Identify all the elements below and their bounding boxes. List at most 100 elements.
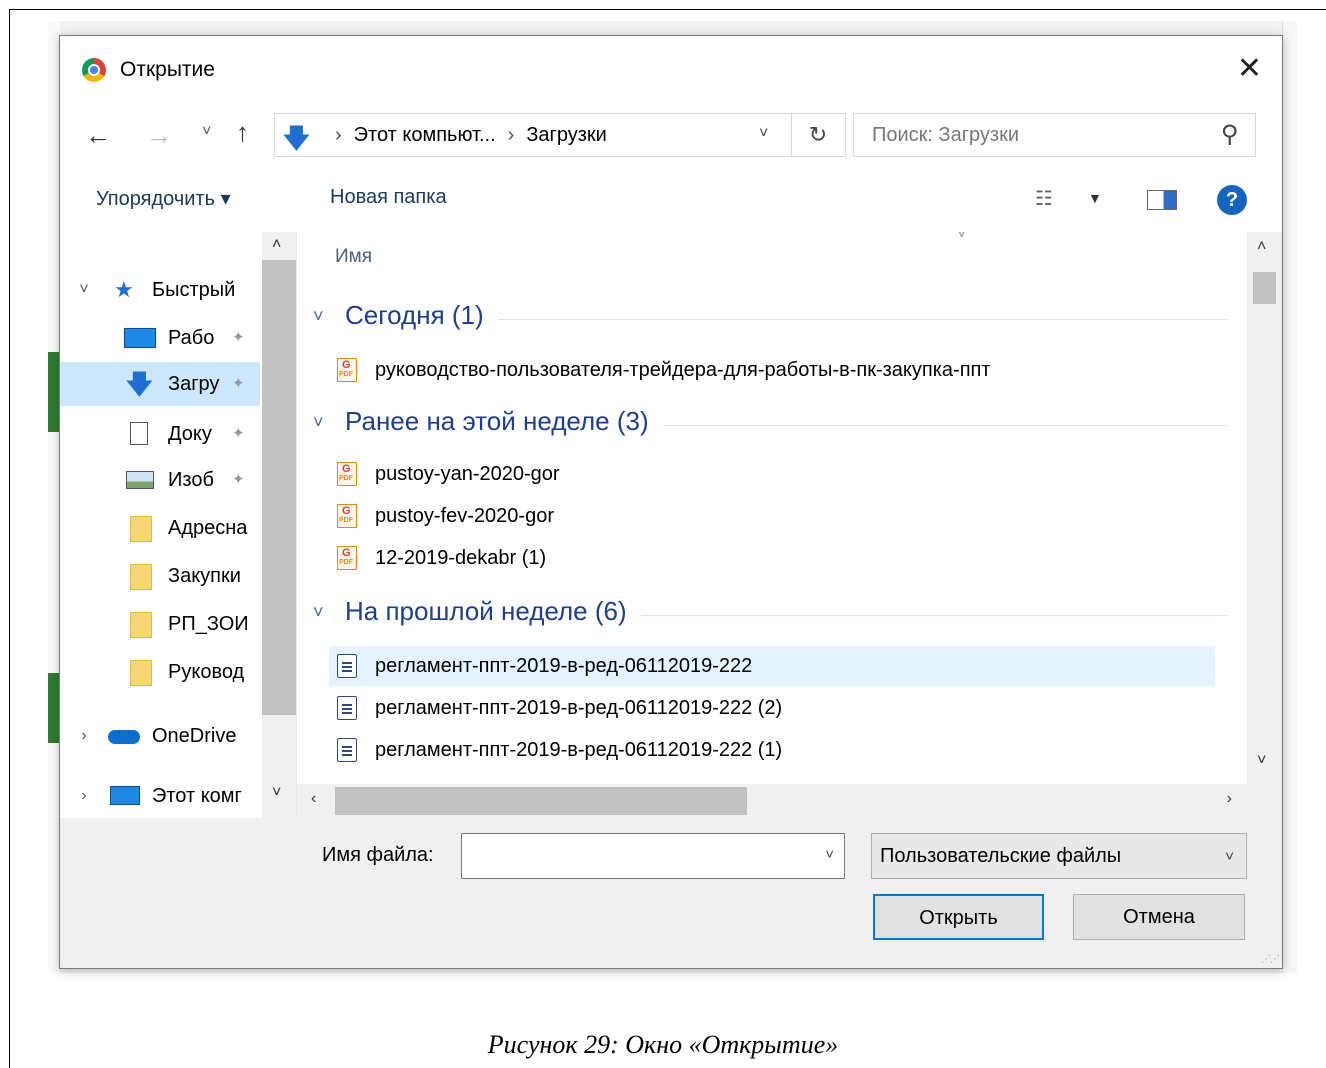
folder-icon xyxy=(130,564,152,590)
sidebar-item-downloads[interactable]: 🡇 Загру ✦ xyxy=(60,362,260,406)
file-list-horizontal-scrollbar[interactable]: ‹ › xyxy=(297,784,1282,818)
search-icon: ⚲ xyxy=(1221,121,1239,148)
scroll-down-icon[interactable]: ˅ xyxy=(1257,752,1266,770)
dialog-title: Открытие xyxy=(120,58,215,81)
recent-locations-chevron-icon[interactable]: ˅ xyxy=(202,123,211,141)
scroll-up-icon[interactable]: ˄ xyxy=(1257,238,1266,256)
breadcrumb-separator: › xyxy=(507,124,515,146)
document-file-icon xyxy=(337,738,357,762)
list-item[interactable]: pustoy-fev-2020-gor xyxy=(329,496,1215,536)
document-icon xyxy=(130,422,148,445)
sidebar-item-onedrive[interactable]: › OneDrive xyxy=(60,714,260,758)
filename-label: Имя файла: xyxy=(322,844,434,866)
chevron-down-icon[interactable]: ˅ xyxy=(825,846,834,863)
close-button[interactable]: ✕ xyxy=(1237,54,1262,84)
scroll-right-icon[interactable]: › xyxy=(1227,790,1232,808)
forward-arrow-icon[interactable]: → xyxy=(146,120,172,151)
sidebar-item-quick-access[interactable]: ˅ ★ Быстрый xyxy=(60,268,260,312)
sidebar-item-folder[interactable]: Руковод xyxy=(60,650,260,694)
breadcrumb-separator: › xyxy=(335,124,342,146)
breadcrumb: › Этот компьют... › Загрузки xyxy=(323,124,607,147)
pdf-file-icon xyxy=(337,358,357,382)
scroll-down-icon[interactable]: ˅ xyxy=(272,784,281,802)
sidebar-item-folder[interactable]: Закупки xyxy=(60,554,260,598)
view-options-icon[interactable]: ☷ xyxy=(1035,186,1054,211)
document-file-icon xyxy=(337,654,357,678)
chevron-down-icon[interactable]: ˅ xyxy=(76,268,92,312)
scrollbar-thumb[interactable] xyxy=(1253,272,1276,304)
file-type-value: Пользовательские файлы xyxy=(880,845,1122,867)
list-item[interactable]: регламент-ппт-2019-в-ред-06112019-222 (2… xyxy=(329,688,1215,728)
list-item[interactable]: pustoy-yan-2020-gor xyxy=(329,454,1215,494)
breadcrumb-downloads[interactable]: Загрузки xyxy=(526,124,607,146)
onedrive-icon xyxy=(108,730,140,744)
computer-icon xyxy=(110,786,140,805)
navigation-pane-scrollbar[interactable]: ˄ ˅ xyxy=(262,232,296,818)
image-icon xyxy=(126,471,154,489)
toolbar: Упорядочить ▾ Новая папка ☷ ▼ ? xyxy=(60,168,1282,232)
organize-button[interactable]: Упорядочить ▾ xyxy=(96,186,231,211)
sidebar-item-folder[interactable]: РП_ЗОИ xyxy=(60,602,260,646)
file-name: регламент-ппт-2019-в-ред-06112019-222 (1… xyxy=(375,739,783,761)
navigation-bar: ← → ˅ ↑ 🡇 › Этот компьют... › Загрузки ˅ ↻ … xyxy=(60,102,1282,168)
list-item[interactable]: руководство-пользователя-трейдера-для-ра… xyxy=(329,350,1215,390)
sidebar-item-folder[interactable]: Адресна xyxy=(60,506,260,550)
file-group-today[interactable]: ˅ Сегодня (1) xyxy=(297,300,1237,340)
scrollbar-thumb[interactable] xyxy=(335,787,747,815)
chevron-down-icon[interactable]: ˅ xyxy=(313,412,324,433)
file-name: регламент-ппт-2019-в-ред-06112019-222 (2… xyxy=(375,697,783,719)
new-folder-button[interactable]: Новая папка xyxy=(330,186,447,209)
page-border-top xyxy=(9,9,1326,10)
desktop-icon xyxy=(124,328,156,348)
pdf-file-icon xyxy=(337,546,357,570)
chevron-down-icon[interactable]: ˅ xyxy=(1225,835,1234,879)
search-input[interactable]: Поиск: Загрузки ⚲ xyxy=(853,113,1256,157)
file-list-vertical-scrollbar[interactable]: ˄ ˅ xyxy=(1247,232,1282,784)
file-type-select[interactable]: Пользовательские файлы ˅ xyxy=(871,833,1247,879)
figure-caption: Рисунок 29: Окно «Открытие» xyxy=(487,1030,839,1059)
pin-icon: ✦ xyxy=(232,329,245,346)
pin-icon: ✦ xyxy=(232,471,245,488)
address-dropdown-chevron-icon[interactable]: ˅ xyxy=(759,125,768,143)
sidebar-item-label: Изоб xyxy=(168,469,214,491)
chevron-right-icon[interactable]: › xyxy=(76,714,92,758)
pdf-file-icon xyxy=(337,504,357,528)
chevron-down-icon[interactable]: ˅ xyxy=(313,306,324,327)
up-arrow-icon[interactable]: ↑ xyxy=(236,117,249,148)
chevron-down-icon[interactable]: ˅ xyxy=(313,602,324,623)
resize-grip-icon[interactable]: ⋰⋰ xyxy=(1261,954,1280,965)
filename-input[interactable]: ˅ xyxy=(461,833,845,879)
cancel-button[interactable]: Отмена xyxy=(1073,894,1245,940)
address-bar[interactable]: 🡇 › Этот компьют... › Загрузки ˅ ↻ xyxy=(274,113,846,157)
list-item[interactable]: 12-2019-dekabr (1) xyxy=(329,538,1215,578)
sidebar-item-desktop[interactable]: Рабо ✦ xyxy=(60,316,260,360)
list-item[interactable]: регламент-ппт-2019-в-ред-06112019-222 xyxy=(329,646,1215,686)
page-border-left xyxy=(9,9,10,1068)
view-options-chevron-icon[interactable]: ▼ xyxy=(1088,190,1102,206)
back-arrow-icon[interactable]: ← xyxy=(85,120,111,151)
help-icon[interactable]: ? xyxy=(1217,185,1247,215)
sidebar-item-label: Адресна xyxy=(168,517,248,539)
breadcrumb-this-pc[interactable]: Этот компьют... xyxy=(354,124,496,146)
refresh-icon[interactable]: ↻ xyxy=(791,114,844,156)
sidebar-item-documents[interactable]: Доку ✦ xyxy=(60,412,260,456)
list-item[interactable]: регламент-ппт-2019-в-ред-06112019-222 (1… xyxy=(329,730,1215,770)
open-button[interactable]: Открыть xyxy=(873,894,1044,940)
file-name: 12-2019-dekabr (1) xyxy=(375,547,547,569)
sidebar-item-label: OneDrive xyxy=(152,725,237,747)
group-title: На прошлой неделе (6) xyxy=(345,596,641,627)
scrollbar-thumb[interactable] xyxy=(262,260,296,715)
scroll-left-icon[interactable]: ‹ xyxy=(311,790,316,808)
file-group-last-week[interactable]: ˅ На прошлой неделе (6) xyxy=(297,596,1237,636)
sidebar-item-this-pc[interactable]: › Этот комг xyxy=(60,774,260,818)
sidebar-item-label: Закупки xyxy=(168,565,241,587)
sort-chevron-icon: ˅ xyxy=(957,232,967,243)
chevron-right-icon[interactable]: › xyxy=(76,774,92,818)
sidebar-item-images[interactable]: Изоб ✦ xyxy=(60,458,260,502)
scroll-up-icon[interactable]: ˄ xyxy=(272,236,281,254)
download-icon: 🡇 xyxy=(126,369,153,399)
column-header-name[interactable]: Имя xyxy=(335,246,372,268)
preview-pane-icon[interactable] xyxy=(1147,190,1177,210)
sidebar-item-label: Этот комг xyxy=(152,785,242,807)
file-group-earlier-this-week[interactable]: ˅ Ранее на этой неделе (3) xyxy=(297,406,1237,446)
